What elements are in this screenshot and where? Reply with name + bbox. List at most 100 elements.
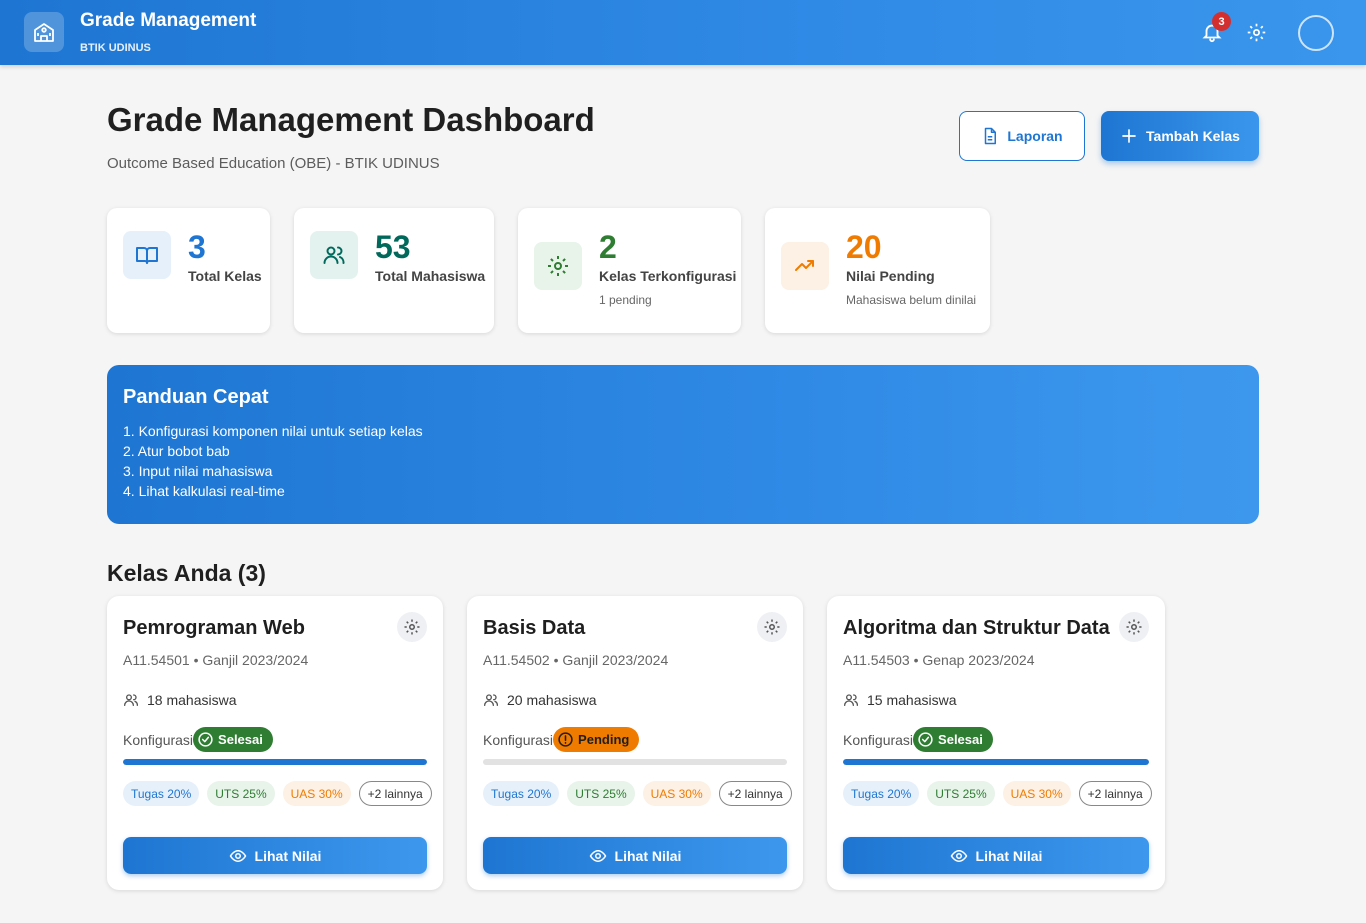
status-label: Selesai bbox=[218, 732, 263, 747]
user-avatar[interactable] bbox=[1298, 15, 1334, 51]
quick-guide-panel: Panduan Cepat 1. Konfigurasi komponen ni… bbox=[107, 365, 1259, 524]
config-label: Konfigurasi bbox=[123, 731, 194, 748]
quick-guide-steps: 1. Konfigurasi komponen nilai untuk seti… bbox=[123, 421, 423, 501]
app-subtitle: BTIK UDINUS bbox=[80, 42, 151, 54]
eye-icon bbox=[229, 849, 246, 862]
view-grades-button[interactable]: Lihat Nilai bbox=[843, 837, 1149, 874]
check-circle-icon bbox=[918, 732, 933, 747]
class-meta: A11.54503 • Genap 2023/2024 bbox=[843, 652, 1035, 668]
class-students: 18 mahasiswa bbox=[123, 692, 237, 708]
class-name: Pemrograman Web bbox=[123, 617, 305, 639]
users-icon bbox=[484, 694, 498, 706]
view-grades-button[interactable]: Lihat Nilai bbox=[123, 837, 427, 874]
view-grades-label: Lihat Nilai bbox=[254, 847, 322, 864]
status-label: Selesai bbox=[938, 732, 983, 747]
stat-value: 53 bbox=[375, 229, 411, 265]
guide-step: 3. Input nilai mahasiswa bbox=[123, 463, 273, 479]
config-label: Konfigurasi bbox=[843, 731, 914, 748]
class-meta: A11.54502 • Ganjil 2023/2024 bbox=[483, 652, 669, 668]
settings-button[interactable] bbox=[1244, 20, 1268, 44]
progress-fill bbox=[123, 759, 427, 765]
guide-step: 4. Lihat kalkulasi real-time bbox=[123, 483, 285, 499]
more-components-chip[interactable]: +2 lainnya bbox=[358, 781, 432, 806]
users-icon bbox=[844, 694, 858, 706]
stat-hint: 1 pending bbox=[599, 293, 652, 307]
more-components-chip[interactable]: +2 lainnya bbox=[718, 781, 792, 806]
stat-card-total-kelas: 3 Total Kelas bbox=[107, 208, 270, 333]
gear-icon bbox=[1126, 619, 1142, 635]
plus-icon bbox=[1122, 129, 1136, 143]
grade-components: Tugas 20% UTS 25% UAS 30% +2 lainnya bbox=[843, 781, 1152, 806]
config-progress-bar bbox=[483, 759, 787, 765]
config-row: Konfigurasi Selesai bbox=[123, 727, 273, 752]
more-components-chip[interactable]: +2 lainnya bbox=[1078, 781, 1152, 806]
class-card: Algoritma dan Struktur Data A11.54503 • … bbox=[827, 596, 1165, 890]
stat-value: 20 bbox=[846, 229, 882, 265]
gear-icon bbox=[1247, 23, 1265, 41]
grade-components: Tugas 20% UTS 25% UAS 30% +2 lainnya bbox=[483, 781, 792, 806]
check-circle-icon bbox=[198, 732, 213, 747]
gear-icon bbox=[764, 619, 780, 635]
page-title: Grade Management Dashboard bbox=[107, 101, 595, 138]
class-name: Algoritma dan Struktur Data bbox=[843, 617, 1110, 639]
users-icon bbox=[124, 694, 138, 706]
view-grades-label: Lihat Nilai bbox=[975, 847, 1043, 864]
view-grades-button[interactable]: Lihat Nilai bbox=[483, 837, 787, 874]
class-students-count: 20 mahasiswa bbox=[507, 692, 597, 708]
top-app-bar: Grade Management BTIK UDINUS 3 bbox=[0, 0, 1366, 65]
stat-value: 3 bbox=[188, 229, 206, 265]
config-row: Konfigurasi Pending bbox=[483, 727, 640, 752]
stat-card-kelas-terkonfigurasi: 2 Kelas Terkonfigurasi 1 pending bbox=[518, 208, 741, 333]
eye-icon bbox=[589, 849, 606, 862]
class-students: 20 mahasiswa bbox=[483, 692, 597, 708]
alert-circle-icon bbox=[558, 732, 573, 747]
stat-label: Total Mahasiswa bbox=[375, 268, 486, 284]
class-settings-button[interactable] bbox=[757, 612, 787, 642]
class-students-count: 15 mahasiswa bbox=[867, 692, 957, 708]
eye-icon bbox=[950, 849, 967, 862]
class-name: Basis Data bbox=[483, 617, 586, 639]
page-subtitle: Outcome Based Education (OBE) - BTIK UDI… bbox=[107, 155, 440, 172]
class-students-count: 18 mahasiswa bbox=[147, 692, 237, 708]
book-icon bbox=[123, 231, 171, 279]
guide-step: 1. Konfigurasi komponen nilai untuk seti… bbox=[123, 423, 423, 439]
add-class-button[interactable]: Tambah Kelas bbox=[1101, 111, 1259, 161]
component-chip: UTS 25% bbox=[207, 781, 275, 806]
view-grades-label: Lihat Nilai bbox=[614, 847, 682, 864]
status-label: Pending bbox=[578, 732, 630, 747]
component-chip: Tugas 20% bbox=[483, 781, 560, 806]
component-chip: UTS 25% bbox=[567, 781, 635, 806]
config-label: Konfigurasi bbox=[483, 731, 554, 748]
gear-icon bbox=[534, 242, 582, 290]
stat-label: Nilai Pending bbox=[846, 268, 935, 284]
class-card: Basis Data A11.54502 • Ganjil 2023/2024 … bbox=[467, 596, 803, 890]
stat-card-total-mahasiswa: 53 Total Mahasiswa bbox=[294, 208, 494, 333]
app-title: Grade Management bbox=[80, 10, 257, 31]
component-chip: UAS 30% bbox=[282, 781, 351, 806]
component-chip: UAS 30% bbox=[1002, 781, 1071, 806]
class-settings-button[interactable] bbox=[397, 612, 427, 642]
gear-icon bbox=[404, 619, 420, 635]
component-chip: Tugas 20% bbox=[123, 781, 200, 806]
class-settings-button[interactable] bbox=[1119, 612, 1149, 642]
status-badge: Selesai bbox=[913, 727, 993, 752]
report-button[interactable]: Laporan bbox=[959, 111, 1085, 161]
school-icon[interactable] bbox=[24, 12, 64, 52]
status-badge: Pending bbox=[553, 727, 640, 752]
stat-value: 2 bbox=[599, 229, 617, 265]
grade-components: Tugas 20% UTS 25% UAS 30% +2 lainnya bbox=[123, 781, 432, 806]
document-icon bbox=[985, 127, 997, 145]
stat-label: Total Kelas bbox=[188, 268, 262, 284]
config-progress-bar bbox=[843, 759, 1149, 765]
report-button-label: Laporan bbox=[1007, 128, 1063, 144]
classes-section-title: Kelas Anda (3) bbox=[107, 560, 266, 586]
stat-card-nilai-pending: 20 Nilai Pending Mahasiswa belum dinilai bbox=[765, 208, 990, 333]
component-chip: UAS 30% bbox=[642, 781, 711, 806]
quick-guide-title: Panduan Cepat bbox=[123, 386, 269, 408]
status-badge: Selesai bbox=[193, 727, 273, 752]
add-class-button-label: Tambah Kelas bbox=[1146, 128, 1240, 144]
config-progress-bar bbox=[123, 759, 427, 765]
trending-up-icon bbox=[781, 242, 829, 290]
class-meta: A11.54501 • Ganjil 2023/2024 bbox=[123, 652, 309, 668]
stat-hint: Mahasiswa belum dinilai bbox=[846, 293, 977, 307]
